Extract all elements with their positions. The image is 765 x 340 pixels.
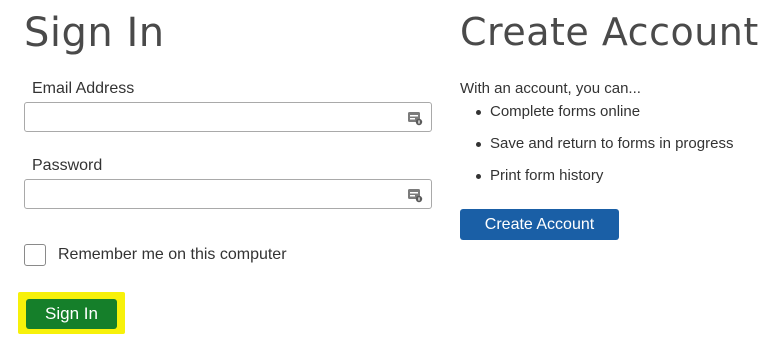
remember-me-checkbox[interactable] <box>24 244 46 266</box>
email-label: Email Address <box>32 80 135 97</box>
password-input[interactable] <box>25 180 431 208</box>
email-input[interactable] <box>25 103 431 131</box>
remember-me-row: Remember me on this computer <box>24 244 287 266</box>
create-account-button[interactable]: Create Account <box>460 209 619 240</box>
password-manager-icon[interactable] <box>407 110 423 126</box>
create-account-heading: Create Account <box>460 10 759 54</box>
page: Sign In Email Address Password Remember … <box>0 0 765 340</box>
remember-me-label[interactable]: Remember me on this computer <box>58 246 287 264</box>
email-field-wrapper <box>24 102 432 132</box>
password-manager-icon[interactable] <box>407 187 423 203</box>
sign-in-button[interactable]: Sign In <box>26 299 117 329</box>
benefit-item: Save and return to forms in progress <box>476 134 733 166</box>
password-field-wrapper <box>24 179 432 209</box>
benefit-item: Complete forms online <box>476 102 733 134</box>
password-label: Password <box>32 157 103 174</box>
sign-in-heading: Sign In <box>24 10 165 56</box>
benefit-item: Print form history <box>476 166 733 198</box>
create-account-intro: With an account, you can... <box>460 80 641 97</box>
benefits-list: Complete forms online Save and return to… <box>476 102 733 198</box>
